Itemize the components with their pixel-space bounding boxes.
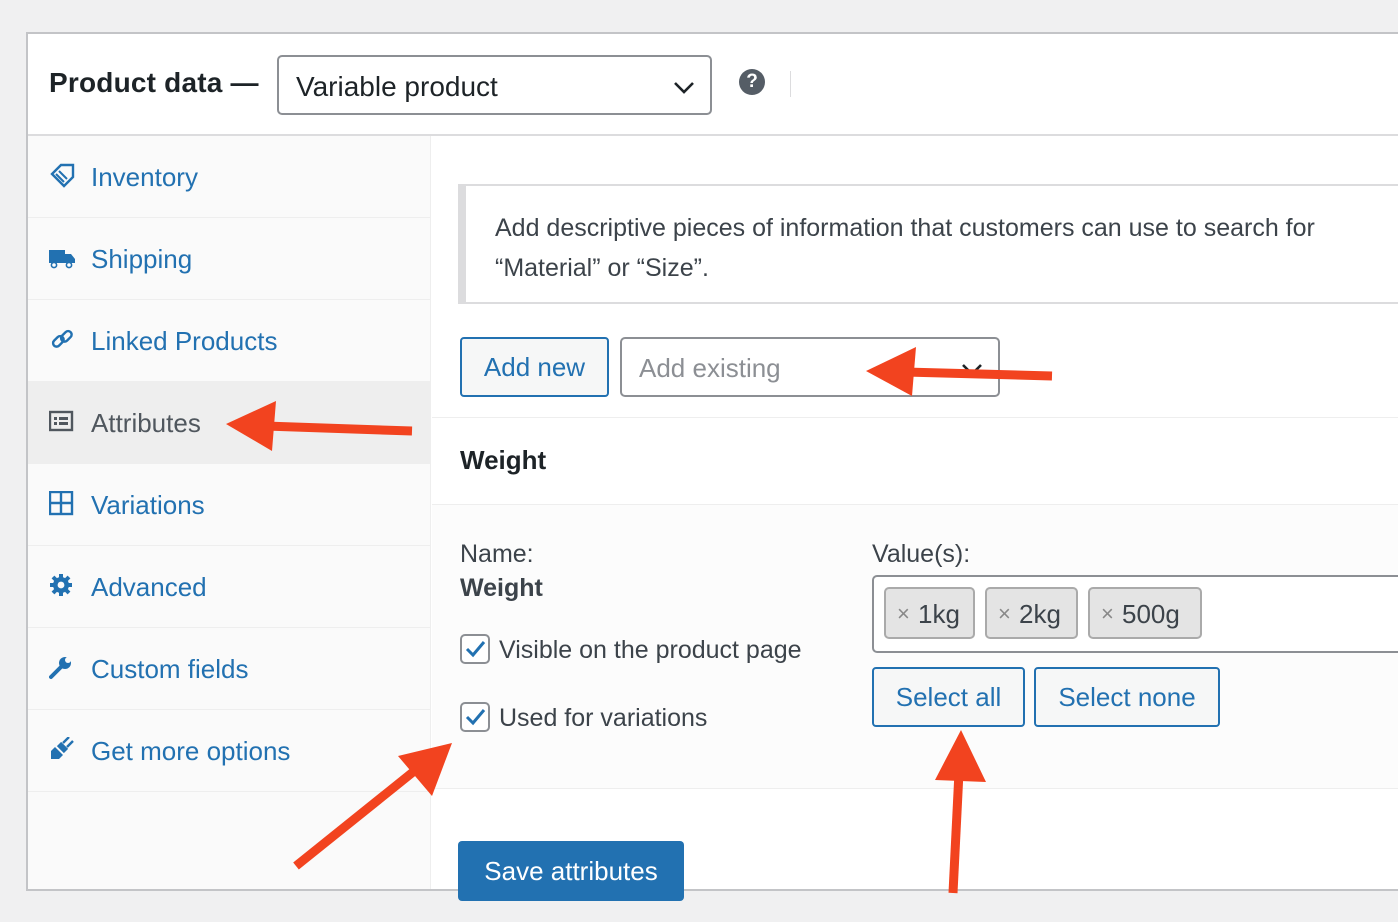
tab-get-more-options[interactable]: Get more options (28, 710, 430, 792)
name-label: Name: (460, 540, 534, 568)
tab-label: Shipping (91, 244, 193, 274)
save-attributes-button[interactable]: Save attributes (458, 841, 684, 901)
attribute-title: Weight (460, 445, 547, 475)
info-notice: Add descriptive pieces of information th… (458, 184, 1398, 304)
link-icon (51, 329, 73, 348)
tab-variations[interactable]: Variations (28, 464, 430, 546)
value-chip[interactable]: × 1kg (884, 587, 975, 639)
wrench-icon (49, 657, 71, 679)
tab-custom-fields[interactable]: Custom fields (28, 628, 430, 710)
tab-label: Variations (91, 490, 205, 520)
tab-label: Advanced (91, 572, 207, 602)
product-data-title: Product data — (49, 67, 259, 98)
tab-attributes[interactable]: Attributes (28, 382, 430, 464)
tag-icon (50, 163, 75, 188)
tab-label: Inventory (91, 162, 198, 192)
tab-label: Linked Products (91, 326, 278, 356)
attribute-header[interactable]: Weight (432, 417, 1398, 505)
grid-icon (49, 491, 74, 516)
value-text: 500g (1122, 599, 1180, 629)
product-type-value: Variable product (296, 71, 498, 102)
values-input[interactable]: × 1kg × 2kg × 500g (872, 575, 1398, 653)
tab-label: Custom fields (91, 654, 249, 684)
list-icon (49, 410, 74, 432)
add-existing-select[interactable]: Add existing (620, 337, 1000, 397)
chevron-down-icon (962, 364, 982, 376)
remove-icon[interactable]: × (897, 601, 910, 627)
tab-linked-products[interactable]: Linked Products (28, 300, 430, 382)
plugin-icon (51, 737, 74, 759)
tab-label: Get more options (91, 736, 291, 766)
values-label: Value(s): (872, 540, 971, 568)
value-text: 2kg (1019, 599, 1061, 629)
value-chip[interactable]: × 2kg (985, 587, 1078, 639)
tab-inventory[interactable]: Inventory (28, 136, 430, 218)
header-divider (790, 71, 791, 97)
tab-label: Attributes (91, 408, 201, 438)
add-new-button[interactable]: Add new (460, 337, 609, 397)
attributes-panel: Add descriptive pieces of information th… (432, 136, 1398, 901)
checkbox-label: Used for variations (499, 704, 708, 732)
chevron-down-icon (674, 82, 694, 94)
check-icon (465, 709, 486, 726)
check-icon (465, 641, 486, 658)
product-data-panel: Product data — Variable product ? Invent… (26, 32, 1398, 901)
value-text: 1kg (918, 599, 960, 629)
value-chip[interactable]: × 500g (1088, 587, 1202, 639)
tab-advanced[interactable]: Advanced (28, 546, 430, 628)
tab-shipping[interactable]: Shipping (28, 218, 430, 300)
product-type-select[interactable]: Variable product (277, 55, 712, 115)
select-none-button[interactable]: Select none (1034, 667, 1220, 727)
checkbox[interactable] (460, 702, 490, 732)
checkbox-label: Visible on the product page (499, 636, 802, 664)
select-all-button[interactable]: Select all (872, 667, 1025, 727)
remove-icon[interactable]: × (998, 601, 1011, 627)
question-circle-icon[interactable]: ? (739, 69, 765, 95)
checkbox[interactable] (460, 634, 490, 664)
truck-icon (49, 250, 75, 269)
product-data-tabs: Inventory Shipping Linked Products Attri… (28, 136, 431, 889)
remove-icon[interactable]: × (1101, 601, 1114, 627)
name-value: Weight (460, 574, 543, 602)
attribute-body: Name: Weight Visible on the product page… (432, 505, 1398, 789)
notice-text: Add descriptive pieces of information th… (495, 214, 1315, 282)
add-existing-placeholder: Add existing (639, 353, 781, 383)
product-data-header: Product data — Variable product ? (28, 34, 1398, 136)
gear-icon (50, 574, 72, 596)
